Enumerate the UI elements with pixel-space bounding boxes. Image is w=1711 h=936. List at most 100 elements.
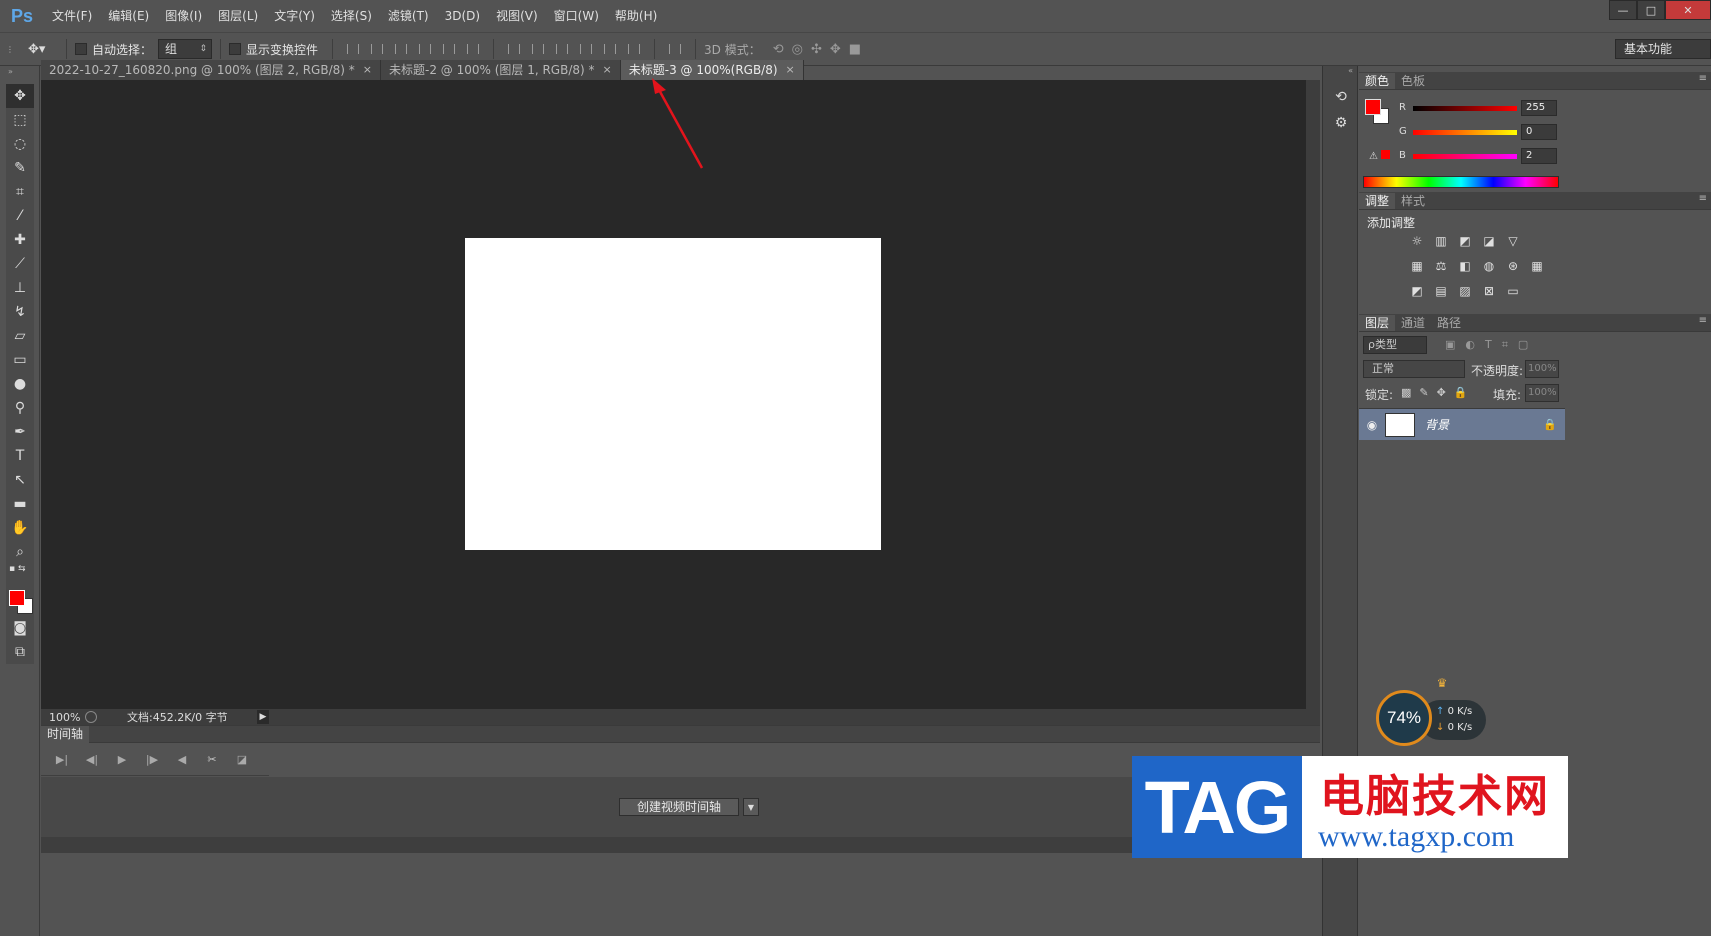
move-tool-icon[interactable]: ✥	[6, 84, 34, 108]
align-bottom-icon[interactable]	[392, 41, 410, 57]
auto-select-checkbox[interactable]	[75, 43, 87, 55]
collapse-icon[interactable]: »	[0, 66, 39, 78]
tab-paths[interactable]: 路径	[1431, 315, 1467, 331]
distribute-left-icon[interactable]	[577, 41, 595, 57]
tab-channels[interactable]: 通道	[1395, 315, 1431, 331]
quick-mask-icon[interactable]: ◙	[6, 616, 34, 640]
status-info-icon[interactable]	[85, 711, 97, 723]
show-transform-checkbox[interactable]	[229, 43, 242, 55]
tab-layers[interactable]: 图层	[1359, 315, 1396, 331]
levels-icon[interactable]: ▥	[1431, 234, 1451, 250]
3d-mode-icons[interactable]: ⟲◎✣✥■	[773, 42, 869, 57]
opacity-input[interactable]: 100%	[1525, 360, 1559, 378]
black-white-icon[interactable]: ◧	[1455, 259, 1475, 275]
move-tool-preset-icon[interactable]: ✥▾	[28, 42, 58, 57]
distribute-vcenter-icon[interactable]	[529, 41, 547, 57]
gradient-map-icon[interactable]: ▭	[1503, 284, 1523, 300]
menu-edit[interactable]: 编辑(E)	[100, 0, 157, 32]
menu-view[interactable]: 视图(V)	[488, 0, 546, 32]
properties-panel-icon[interactable]: ⚙	[1323, 110, 1359, 136]
hue-saturation-icon[interactable]: ▦	[1407, 259, 1427, 275]
menu-3d[interactable]: 3D(D)	[437, 0, 488, 32]
clone-stamp-tool-icon[interactable]: ⊥	[6, 276, 34, 300]
layer-filter-icons[interactable]: ▣◐T⌗▢	[1445, 338, 1538, 352]
slider-blue[interactable]: B 2	[1399, 148, 1559, 170]
tab-timeline[interactable]: 时间轴	[41, 725, 90, 743]
crop-tool-icon[interactable]: ⌗	[6, 180, 34, 204]
go-first-frame-icon[interactable]: ▶|	[47, 753, 77, 766]
lock-icons[interactable]: ▩✎✥🔒	[1401, 386, 1476, 399]
brush-tool-icon[interactable]: ⟋	[6, 252, 34, 276]
zoom-level[interactable]: 100%	[41, 711, 85, 724]
selective-color-icon[interactable]: ⊠	[1479, 284, 1499, 300]
dodge-tool-icon[interactable]: ⚲	[6, 396, 34, 420]
layer-name[interactable]: 背景	[1425, 416, 1543, 433]
pen-tool-icon[interactable]: ✒	[6, 420, 34, 444]
align-hcenter-icon[interactable]	[440, 41, 458, 57]
photo-filter-icon[interactable]: ◍	[1479, 259, 1499, 275]
tab-document-1[interactable]: 2022-10-27_160820.png @ 100% (图层 2, RGB/…	[41, 60, 381, 80]
blue-track[interactable]	[1413, 154, 1517, 159]
threshold-icon[interactable]: ▨	[1455, 284, 1475, 300]
menu-type[interactable]: 文字(Y)	[266, 0, 323, 32]
panel-foreground-swatch[interactable]	[1365, 99, 1381, 115]
canvas-area[interactable]	[41, 80, 1306, 710]
create-timeline-dropdown-icon[interactable]: ▼	[743, 798, 759, 816]
align-vcenter-icon[interactable]	[368, 41, 386, 57]
blend-mode-select[interactable]: 正常	[1363, 360, 1465, 378]
visibility-eye-icon[interactable]: ◉	[1359, 418, 1385, 432]
prev-frame-icon[interactable]: ◀|	[77, 753, 107, 766]
align-left-icon[interactable]	[416, 41, 434, 57]
create-video-timeline-button[interactable]: 创建视频时间轴	[619, 798, 739, 816]
minimize-button[interactable]: —	[1609, 0, 1637, 20]
auto-align-icon[interactable]	[666, 41, 684, 57]
gradient-tool-icon[interactable]: ▭	[6, 348, 34, 372]
menu-image[interactable]: 图像(I)	[157, 0, 210, 32]
blur-tool-icon[interactable]: ●	[6, 372, 34, 396]
rectangle-tool-icon[interactable]: ▬	[6, 492, 34, 516]
menu-layer[interactable]: 图层(L)	[210, 0, 266, 32]
tab-adjustments[interactable]: 调整	[1359, 193, 1396, 209]
menu-select[interactable]: 选择(S)	[323, 0, 380, 32]
distribute-top-icon[interactable]	[505, 41, 523, 57]
tab-close-icon[interactable]: ×	[603, 60, 612, 80]
menu-window[interactable]: 窗口(W)	[546, 0, 607, 32]
green-track[interactable]	[1413, 130, 1517, 135]
split-scissors-icon[interactable]: ✂	[197, 753, 227, 766]
panel-menu-icon[interactable]: ≡	[1699, 73, 1707, 84]
tab-swatches[interactable]: 色板	[1395, 73, 1431, 89]
tab-close-icon[interactable]: ×	[363, 60, 372, 80]
tab-close-icon[interactable]: ×	[786, 60, 795, 80]
brightness-icon[interactable]: ☼	[1407, 234, 1427, 250]
distribute-hcenter-icon[interactable]	[601, 41, 619, 57]
align-right-icon[interactable]	[464, 41, 482, 57]
history-panel-icon[interactable]: ⟲	[1323, 84, 1359, 110]
menu-filter[interactable]: 滤镜(T)	[380, 0, 437, 32]
next-frame-icon[interactable]: |▶	[137, 753, 167, 766]
marquee-tool-icon[interactable]: ⬚	[6, 108, 34, 132]
tab-styles[interactable]: 样式	[1395, 193, 1431, 209]
color-balance-icon[interactable]: ⚖	[1431, 259, 1451, 275]
color-spectrum-bar[interactable]	[1363, 176, 1559, 188]
tab-color[interactable]: 颜色	[1359, 73, 1396, 89]
channel-mixer-icon[interactable]: ⊛	[1503, 259, 1523, 275]
auto-select-dropdown[interactable]: 组	[158, 39, 213, 59]
type-tool-icon[interactable]: T	[6, 444, 34, 468]
healing-brush-tool-icon[interactable]: ✚	[6, 228, 34, 252]
color-lookup-icon[interactable]: ▦	[1527, 259, 1547, 275]
quick-select-tool-icon[interactable]: ✎	[6, 156, 34, 180]
align-top-icon[interactable]	[344, 41, 362, 57]
menu-file[interactable]: 文件(F)	[44, 0, 100, 32]
vertical-scrollbar[interactable]	[1306, 80, 1320, 710]
panel-menu-icon[interactable]: ≡	[1699, 315, 1707, 326]
panel-menu-icon[interactable]: ≡	[1699, 193, 1707, 204]
tab-document-2[interactable]: 未标题-2 @ 100% (图层 1, RGB/8) * ×	[380, 60, 621, 80]
foreground-color-swatch[interactable]	[9, 590, 25, 606]
maximize-button[interactable]: □	[1637, 0, 1665, 20]
curves-icon[interactable]: ◩	[1455, 234, 1475, 250]
red-value[interactable]: 255	[1521, 100, 1557, 116]
eraser-tool-icon[interactable]: ▱	[6, 324, 34, 348]
workspace-select[interactable]: 基本功能	[1615, 39, 1711, 59]
red-track[interactable]	[1413, 106, 1517, 111]
layer-filter-select[interactable]: ρ类型	[1363, 336, 1427, 354]
